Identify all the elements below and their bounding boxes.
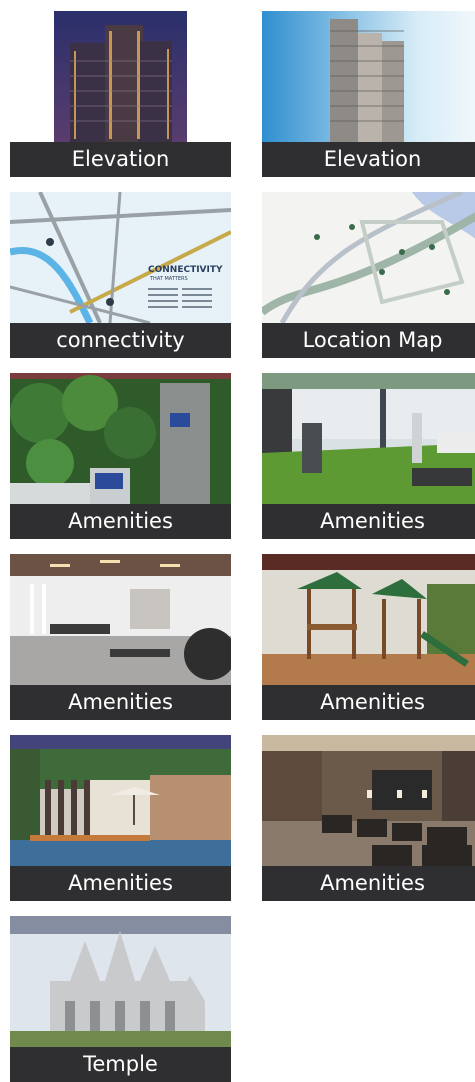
connectivity-banner-title: CONNECTIVITY xyxy=(148,265,223,275)
connectivity-map-image: CONNECTIVITY THAT MATTERS xyxy=(10,192,231,323)
gallery-tile-amenities-3[interactable]: Amenities xyxy=(10,554,231,720)
gallery-tile-amenities-6[interactable]: Amenities xyxy=(262,735,475,901)
tile-caption: Amenities xyxy=(10,685,231,720)
gallery-tile-elevation-1[interactable]: Elevation xyxy=(10,11,231,177)
tower-night-photo xyxy=(10,11,231,142)
gallery-tile-connectivity[interactable]: CONNECTIVITY THAT MATTERS connectivity xyxy=(10,192,231,358)
gallery-tile-amenities-5[interactable]: Amenities xyxy=(10,735,231,901)
location-map-image xyxy=(262,192,475,323)
tile-caption: Amenities xyxy=(262,866,475,901)
tile-caption: Amenities xyxy=(262,504,475,539)
aerial-garden-photo xyxy=(10,373,231,504)
gallery-tile-amenities-2[interactable]: Amenities xyxy=(262,373,475,539)
kids-play-area-photo xyxy=(262,554,475,685)
tile-caption: Amenities xyxy=(262,685,475,720)
indoor-gym-photo xyxy=(10,554,231,685)
tile-caption: Amenities xyxy=(10,504,231,539)
poolside-deck-photo xyxy=(10,735,231,866)
gallery-tile-location-map[interactable]: Location Map xyxy=(262,192,475,358)
connectivity-banner-subtitle: THAT MATTERS xyxy=(149,276,188,282)
temple-photo xyxy=(10,916,231,1047)
mini-theatre-photo xyxy=(262,735,475,866)
tower-day-photo xyxy=(262,11,475,142)
tile-caption: Elevation xyxy=(262,142,475,177)
gallery-tile-elevation-2[interactable]: Elevation xyxy=(262,11,475,177)
gallery-tile-amenities-1[interactable]: Amenities xyxy=(10,373,231,539)
tile-caption: connectivity xyxy=(10,323,231,358)
gallery-tile-amenities-4[interactable]: Amenities xyxy=(262,554,475,720)
tile-caption: Elevation xyxy=(10,142,231,177)
tile-caption: Location Map xyxy=(262,323,475,358)
tile-caption: Amenities xyxy=(10,866,231,901)
gallery-tile-temple[interactable]: Temple xyxy=(10,916,231,1082)
outdoor-gym-photo xyxy=(262,373,475,504)
